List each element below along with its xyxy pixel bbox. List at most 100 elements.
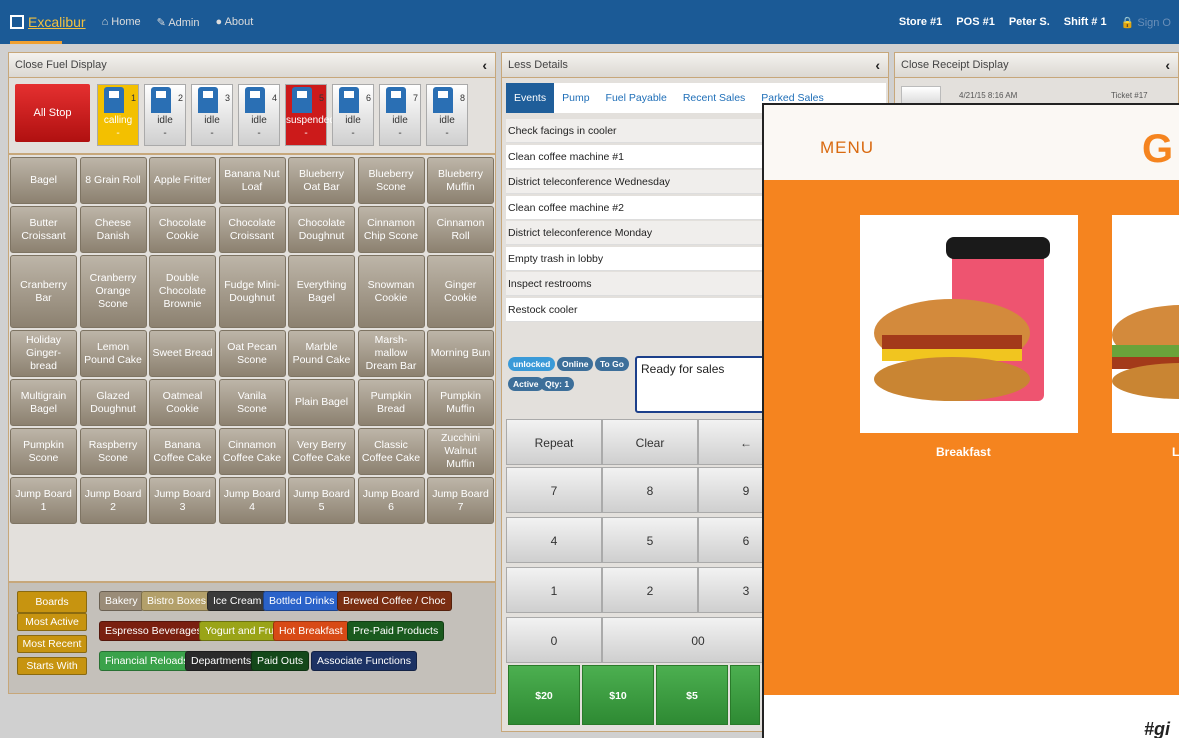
item-button[interactable]: Vanila Scone bbox=[218, 379, 286, 426]
tab-recent-sales[interactable]: Recent Sales bbox=[675, 92, 753, 104]
item-button[interactable]: Marble Pound Cake bbox=[288, 330, 355, 377]
keypad-key-Repeat[interactable]: Repeat bbox=[506, 419, 602, 465]
pump-3-button[interactable]: 3 idle - bbox=[191, 84, 233, 146]
item-button[interactable]: Zucchini Walnut Muffin bbox=[427, 428, 494, 475]
item-button[interactable]: Plain Bagel bbox=[288, 379, 355, 426]
item-button[interactable]: Multigrain Bagel bbox=[10, 379, 77, 426]
breakfast-card[interactable] bbox=[860, 215, 1078, 433]
item-button[interactable]: Blueberry Oat Bar bbox=[288, 157, 355, 204]
item-button[interactable]: Glazed Doughnut bbox=[79, 379, 147, 426]
keypad-key-0[interactable]: 0 bbox=[506, 617, 602, 663]
pump-2-button[interactable]: 2 idle - bbox=[144, 84, 186, 146]
item-button[interactable]: Blueberry Scone bbox=[357, 157, 425, 204]
details-panel-header[interactable]: Less Details ‹ bbox=[502, 53, 888, 78]
item-button[interactable]: Cheese Danish bbox=[79, 206, 147, 253]
item-button[interactable]: Snowman Cookie bbox=[357, 255, 425, 328]
status-message-box[interactable]: Ready for sales bbox=[635, 356, 775, 413]
keypad-key-7[interactable]: 7 bbox=[506, 467, 602, 513]
side-button-most-active[interactable]: Most Active bbox=[17, 613, 87, 631]
category-button[interactable]: Bistro Boxes bbox=[141, 591, 212, 611]
item-button[interactable]: Ginger Cookie bbox=[427, 255, 494, 328]
all-stop-button[interactable]: All Stop bbox=[15, 84, 90, 142]
keypad-key-1[interactable]: 1 bbox=[506, 567, 602, 613]
category-button[interactable]: Espresso Beverages bbox=[99, 621, 208, 641]
lunch-card[interactable] bbox=[1112, 215, 1179, 433]
item-button[interactable]: Pumpkin Scone bbox=[10, 428, 77, 475]
item-button[interactable]: Classic Coffee Cake bbox=[357, 428, 425, 475]
item-button[interactable]: Marsh-mallow Dream Bar bbox=[357, 330, 425, 377]
receipt-prev-button[interactable] bbox=[901, 86, 941, 104]
item-button[interactable]: Cinnamon Chip Scone bbox=[357, 206, 425, 253]
keypad-key-5[interactable]: 5 bbox=[602, 517, 698, 563]
pump-7-button[interactable]: 7 idle - bbox=[379, 84, 421, 146]
item-button[interactable]: Chocolate Doughnut bbox=[288, 206, 355, 253]
pump-4-button[interactable]: 4 idle - bbox=[238, 84, 280, 146]
item-button[interactable]: Butter Croissant bbox=[10, 206, 77, 253]
category-button[interactable]: Bakery bbox=[99, 591, 144, 611]
item-button[interactable]: 8 Grain Roll bbox=[79, 157, 147, 204]
receipt-panel-header[interactable]: Close Receipt Display ‹ bbox=[895, 53, 1178, 78]
quick-cash-button[interactable]: $5 bbox=[656, 665, 728, 725]
item-button[interactable]: Chocolate Croissant bbox=[218, 206, 286, 253]
category-button[interactable]: Brewed Coffee / Choc bbox=[337, 591, 452, 611]
item-button[interactable]: Oatmeal Cookie bbox=[149, 379, 216, 426]
nav-about[interactable]: ● About bbox=[216, 16, 254, 29]
keypad-key-2[interactable]: 2 bbox=[602, 567, 698, 613]
quick-cash-button[interactable]: $20 bbox=[508, 665, 580, 725]
item-button[interactable]: Oat Pecan Scone bbox=[218, 330, 286, 377]
category-button[interactable]: Hot Breakfast bbox=[273, 621, 349, 641]
keypad-key-8[interactable]: 8 bbox=[602, 467, 698, 513]
chevron-left-icon[interactable]: ‹ bbox=[1165, 53, 1170, 77]
nav-admin[interactable]: ✎ Admin bbox=[157, 16, 200, 29]
item-button[interactable]: Jump Board 7 bbox=[427, 477, 494, 524]
item-button[interactable]: Sweet Bread bbox=[149, 330, 216, 377]
item-button[interactable]: Apple Fritter bbox=[149, 157, 216, 204]
item-button[interactable]: Jump Board 5 bbox=[288, 477, 355, 524]
item-button[interactable]: Blueberry Muffin bbox=[427, 157, 494, 204]
category-button[interactable]: Associate Functions bbox=[311, 651, 417, 671]
keypad-key-Clear[interactable]: Clear bbox=[602, 419, 698, 465]
item-button[interactable]: Morning Bun bbox=[427, 330, 494, 377]
side-button-boards[interactable]: Boards bbox=[17, 591, 87, 613]
keypad-key-4[interactable]: 4 bbox=[506, 517, 602, 563]
category-button[interactable]: Pre-Paid Products bbox=[347, 621, 445, 641]
item-button[interactable]: Jump Board 1 bbox=[10, 477, 77, 524]
item-button[interactable]: Cinnamon Coffee Cake bbox=[218, 428, 286, 475]
item-button[interactable]: Jump Board 4 bbox=[218, 477, 286, 524]
item-button[interactable]: Chocolate Cookie bbox=[149, 206, 216, 253]
item-button[interactable]: Banana Coffee Cake bbox=[149, 428, 216, 475]
sign-out-link[interactable]: 🔒 Sign O bbox=[1121, 16, 1171, 29]
item-button[interactable]: Very Berry Coffee Cake bbox=[288, 428, 355, 475]
item-button[interactable]: Bagel bbox=[10, 157, 77, 204]
side-button-most-recent[interactable]: Most Recent bbox=[17, 635, 87, 653]
item-button[interactable]: Holiday Ginger-bread bbox=[10, 330, 77, 377]
fuel-panel-header[interactable]: Close Fuel Display ‹ bbox=[9, 53, 495, 78]
item-button[interactable]: Cinnamon Roll bbox=[427, 206, 494, 253]
side-button-starts-with[interactable]: Starts With bbox=[17, 657, 87, 675]
category-button[interactable]: Departments bbox=[185, 651, 258, 671]
nav-home[interactable]: ⌂ Home bbox=[102, 16, 141, 29]
category-button[interactable]: Financial Reloads bbox=[99, 651, 195, 671]
chevron-left-icon[interactable]: ‹ bbox=[875, 53, 880, 77]
item-button[interactable]: Jump Board 2 bbox=[79, 477, 147, 524]
item-button[interactable]: Banana Nut Loaf bbox=[218, 157, 286, 204]
tab-pump[interactable]: Pump bbox=[554, 92, 597, 104]
pump-6-button[interactable]: 6 idle - bbox=[332, 84, 374, 146]
category-button[interactable]: Ice Cream bbox=[207, 591, 268, 611]
tab-events[interactable]: Events bbox=[506, 83, 555, 113]
pump-5-button[interactable]: 5 suspended - bbox=[285, 84, 335, 146]
item-button[interactable]: Cranberry Bar bbox=[10, 255, 77, 328]
item-button[interactable]: Pumpkin Muffin bbox=[427, 379, 494, 426]
chevron-left-icon[interactable]: ‹ bbox=[482, 53, 487, 77]
item-button[interactable]: Cranberry Orange Scone bbox=[79, 255, 147, 328]
pump-1-button[interactable]: 1 calling - bbox=[97, 84, 139, 146]
item-button[interactable]: Jump Board 3 bbox=[149, 477, 216, 524]
item-button[interactable]: Raspberry Scone bbox=[79, 428, 147, 475]
item-button[interactable]: Everything Bagel bbox=[288, 255, 355, 328]
quick-cash-button[interactable] bbox=[730, 665, 760, 725]
category-button[interactable]: Bottled Drinks bbox=[263, 591, 341, 611]
item-button[interactable]: Jump Board 6 bbox=[357, 477, 425, 524]
pump-8-button[interactable]: 8 idle - bbox=[426, 84, 468, 146]
brand-link[interactable]: Excalibur bbox=[10, 14, 86, 30]
menu-overlay-window[interactable]: MENU G Breakfast Lu #gi bbox=[762, 103, 1179, 738]
